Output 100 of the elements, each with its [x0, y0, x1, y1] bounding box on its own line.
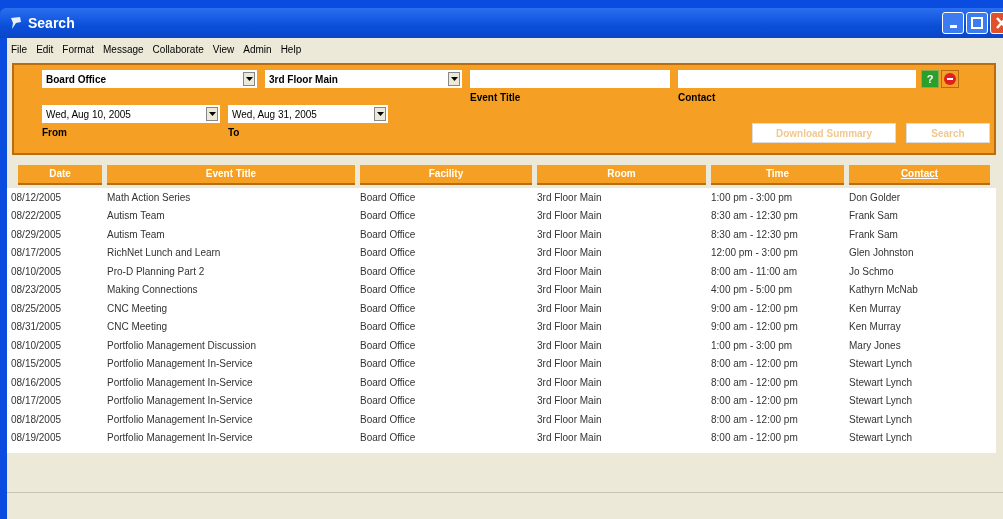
table-cell-text: Board Office [360, 376, 417, 388]
table-cell-text: 8:00 am - 11:00 am [711, 265, 798, 277]
table-cell-text: Board Office [360, 302, 417, 314]
table-cell-text: 8:30 am - 12:30 pm [711, 228, 799, 240]
table-cell-text: Board Office [360, 413, 417, 425]
table-cell-text: 3rd Floor Main [537, 228, 603, 240]
table-cell-text: 3rd Floor Main [537, 432, 603, 444]
table-cell-text: Frank Sam [849, 210, 899, 222]
menu-item[interactable]: Message [103, 43, 144, 55]
table-cell-text: 08/17/2005 [11, 395, 63, 407]
table-cell-text: Portfolio Management In-Service [107, 432, 254, 444]
room-dropdown[interactable]: 3rd Floor Main [265, 70, 462, 88]
table-cell-text: Portfolio Management Discussion [107, 339, 257, 351]
maximize-icon [971, 17, 983, 29]
from-date-dropdown[interactable]: Wed, Aug 10, 2005 [42, 105, 220, 123]
menu-item[interactable]: File [11, 43, 28, 55]
table-cell-text: Glen Johnston [849, 247, 915, 259]
menu-item[interactable]: Collaborate [152, 43, 204, 55]
menu-item[interactable]: View [212, 43, 235, 55]
from-label: From [42, 127, 68, 138]
table-cell-text: 3rd Floor Main [537, 302, 603, 314]
menu-item[interactable]: Help [280, 43, 302, 55]
table-cell-text: Math Action Series [107, 191, 192, 203]
pin-icon [8, 15, 24, 31]
table-cell-text: Autism Team [107, 228, 166, 240]
table-cell-text: RichNet Lunch and Learn [107, 247, 222, 259]
table-cell-text: 3rd Floor Main [537, 191, 603, 203]
table-cell-text: 08/12/2005 [11, 191, 63, 203]
facility-dropdown[interactable]: Board Office [42, 70, 257, 88]
stop-icon [944, 73, 956, 85]
table-cell-text: 1:00 pm - 3:00 pm [711, 339, 794, 351]
table-cell-text: Board Office [360, 321, 417, 333]
table-cell-text: 08/19/2005 [11, 432, 63, 444]
menu-item[interactable]: Edit [36, 43, 54, 55]
table-cell-text: 8:00 am - 12:00 pm [711, 432, 799, 444]
menu-item[interactable]: Admin [243, 43, 272, 55]
table-cell-text: Stewart Lynch [849, 358, 913, 370]
table-cell-text: 08/16/2005 [11, 376, 63, 388]
table-cell-text: Board Office [360, 358, 417, 370]
table-cell-text: 8:00 am - 12:00 pm [711, 376, 799, 388]
table-cell-text: Kathyrn McNab [849, 284, 919, 296]
table-cell-text: 08/17/2005 [11, 247, 63, 259]
window-title: Search [28, 15, 75, 31]
table-cell-text: Jo Schmo [849, 265, 895, 277]
minimize-button[interactable] [942, 12, 964, 34]
table-cell-text: 08/18/2005 [11, 413, 63, 425]
table-cell-text: 3rd Floor Main [537, 321, 603, 333]
table-cell-text: 8:00 am - 12:00 pm [711, 395, 799, 407]
table-cell-text: 3rd Floor Main [537, 284, 603, 296]
table-cell-text: Portfolio Management In-Service [107, 395, 254, 407]
table-cell-text: Stewart Lynch [849, 413, 913, 425]
table-cell-text: 3rd Floor Main [537, 265, 603, 277]
table-cell-text: Portfolio Management In-Service [107, 413, 254, 425]
table-cell-text: CNC Meeting [107, 302, 169, 314]
table-cell-text: 8:30 am - 12:30 pm [711, 210, 799, 222]
table-cell-text: 08/29/2005 [11, 228, 63, 240]
to-label: To [228, 127, 241, 138]
table-cell-text: Frank Sam [849, 228, 899, 240]
table-cell-text: 3rd Floor Main [537, 247, 603, 259]
table-cell-text: 9:00 am - 12:00 pm [711, 321, 799, 333]
maximize-button[interactable] [966, 12, 988, 34]
contact-label: Contact [678, 92, 717, 103]
event-title-label: Event Title [470, 92, 522, 103]
table-cell-text: 3rd Floor Main [537, 358, 603, 370]
clear-button[interactable] [941, 70, 959, 88]
table-cell-text: Board Office [360, 284, 417, 296]
table-cell-text: Board Office [360, 395, 417, 407]
menu-item[interactable]: Format [62, 43, 95, 55]
table-cell-text: Autism Team [107, 210, 166, 222]
table-cell-text: 4:00 pm - 5:00 pm [711, 284, 794, 296]
table-cell-text: 3rd Floor Main [537, 413, 603, 425]
table-cell-text: 08/23/2005 [11, 284, 63, 296]
minimize-icon [949, 24, 957, 28]
table-cell-text: 3rd Floor Main [537, 376, 603, 388]
table-cell-text: 3rd Floor Main [537, 339, 603, 351]
table-cell-text: Pro-D Planning Part 2 [107, 265, 206, 277]
table-cell-text: Portfolio Management In-Service [107, 358, 254, 370]
table-cell-text: 08/25/2005 [11, 302, 63, 314]
table-cell-text: 1:00 pm - 3:00 pm [711, 191, 794, 203]
table-cell-text: 8:00 am - 12:00 pm [711, 358, 799, 370]
close-icon [996, 17, 1003, 29]
table-cell-text: 3rd Floor Main [537, 395, 603, 407]
table-cell-text: 8:00 am - 12:00 pm [711, 413, 799, 425]
table-cell-text: Board Office [360, 339, 417, 351]
table-cell-text: Board Office [360, 247, 417, 259]
table-cell-text: 08/31/2005 [11, 321, 63, 333]
table-cell-text: Portfolio Management In-Service [107, 376, 254, 388]
table-cell-text: 08/15/2005 [11, 358, 63, 370]
table-cell-text: Board Office [360, 432, 417, 444]
table-cell-text: 08/22/2005 [11, 210, 63, 222]
table-cell-text: 9:00 am - 12:00 pm [711, 302, 799, 314]
table-cell-text: Mary Jones [849, 339, 902, 351]
table-cell-text: Ken Murray [849, 321, 902, 333]
table-cell-text: Making Connections [107, 284, 199, 296]
table-cell-text: 08/10/2005 [11, 339, 63, 351]
table-cell-text: Board Office [360, 210, 417, 222]
to-date-dropdown[interactable]: Wed, Aug 31, 2005 [228, 105, 388, 123]
event-title-field[interactable] [470, 70, 670, 88]
table-cell-text: Board Office [360, 265, 417, 277]
contact-field[interactable] [678, 70, 916, 88]
